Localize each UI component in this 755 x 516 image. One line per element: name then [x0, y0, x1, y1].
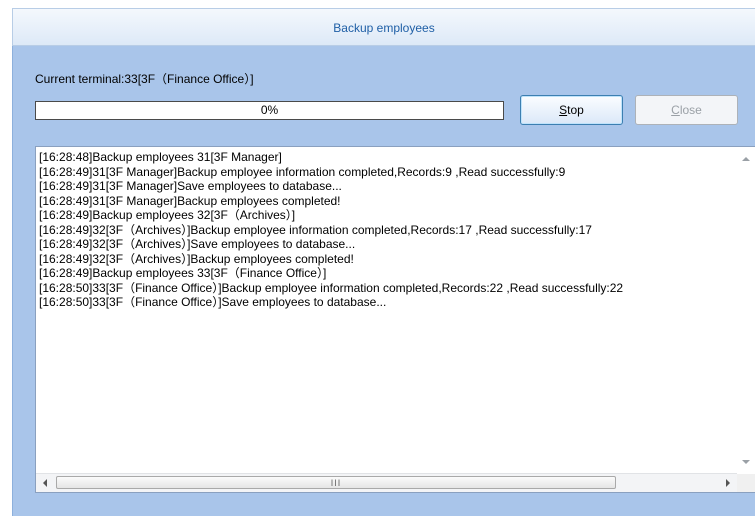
horizontal-scroll-thumb[interactable]: III — [56, 476, 616, 489]
stop-label: top — [567, 103, 584, 117]
progress-text: 0% — [260, 103, 279, 117]
log-line: [16:28:49]31[3F Manager]Save employees t… — [39, 179, 342, 193]
dialog-title: Backup employees — [12, 8, 755, 46]
log-line: [16:28:50]33[3F（Finance Office）]Backup e… — [39, 280, 624, 295]
log-line: [16:28:49]31[3F Manager]Backup employees… — [39, 193, 341, 208]
close-button[interactable]: Close — [635, 95, 738, 125]
log-line: [16:28:49]32[3F（Archives）]Save employees… — [39, 237, 356, 251]
log-line: [16:28:49]31[3F Manager]Backup employee … — [39, 164, 566, 179]
log-line: [16:28:48]Backup employees 31[3F Manager… — [39, 150, 282, 164]
horizontal-scrollbar[interactable]: III — [36, 473, 737, 492]
progress-bar: 0% — [35, 101, 504, 120]
close-label: lose — [679, 103, 702, 117]
scroll-grip: III — [330, 478, 342, 488]
scroll-right-arrow-icon[interactable] — [726, 479, 730, 487]
log-line: [16:28:49]32[3F（Archives）]Backup employe… — [39, 251, 354, 266]
log-line: [16:28:49]Backup employees 33[3F（Finance… — [39, 266, 327, 280]
backup-dialog: Backup employees Current terminal:33[3F（… — [0, 0, 755, 516]
stop-button[interactable]: Stop — [520, 95, 623, 125]
scroll-up-arrow-icon[interactable] — [742, 157, 750, 161]
current-terminal-label: Current terminal:33[3F（Finance Office）] — [35, 72, 254, 86]
log-line: [16:28:50]33[3F（Finance Office）]Save emp… — [39, 295, 387, 309]
scroll-down-arrow-icon[interactable] — [742, 460, 750, 464]
log-list[interactable]: [16:28:48]Backup employees 31[3F Manager… — [35, 146, 755, 493]
log-line: [16:28:49]32[3F（Archives）]Backup employe… — [39, 222, 592, 237]
log-line: [16:28:49]Backup employees 32[3F（Archive… — [39, 208, 296, 222]
scrollbar-corner — [737, 474, 755, 492]
log-lines: [16:28:48]Backup employees 31[3F Manager… — [39, 150, 733, 470]
vertical-scrollbar[interactable] — [737, 147, 755, 474]
close-accel: C — [671, 103, 680, 117]
scroll-left-arrow-icon[interactable] — [43, 479, 47, 487]
stop-accel: S — [559, 103, 568, 117]
dialog-body: Current terminal:33[3F（Finance Office）] … — [12, 46, 755, 516]
